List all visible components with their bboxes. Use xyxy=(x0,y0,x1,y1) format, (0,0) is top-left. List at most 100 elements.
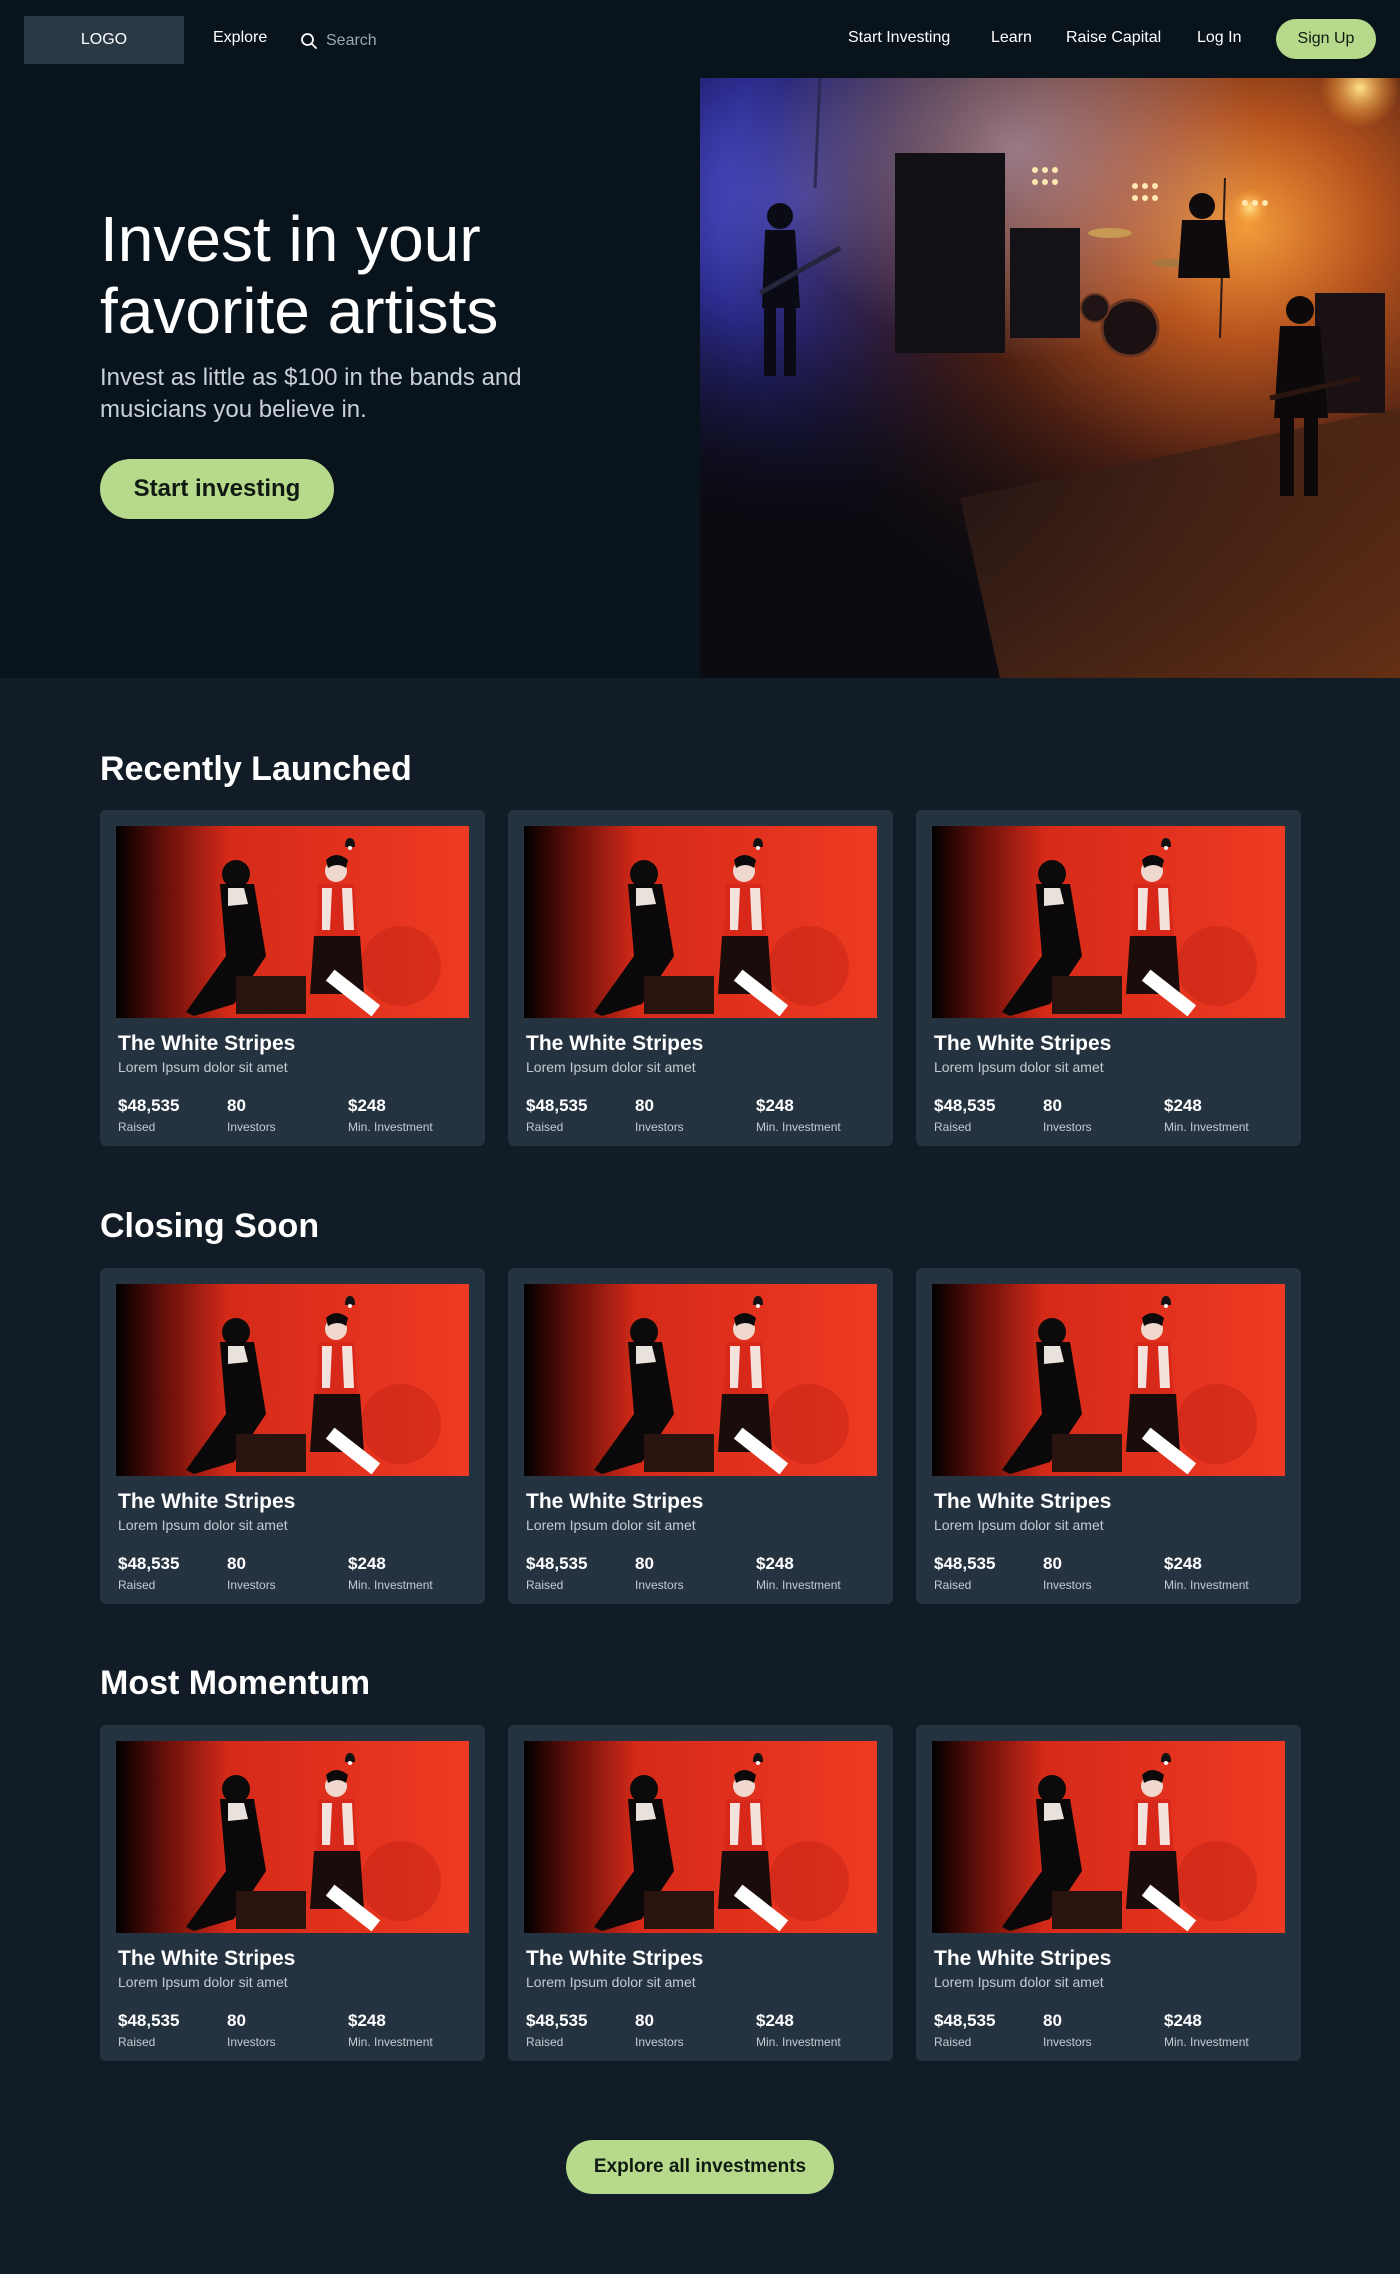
album-cover-image xyxy=(524,826,877,1018)
investors-value: 80 xyxy=(635,2011,654,2030)
min-investment-stat: $248 Min. Investment xyxy=(756,1096,841,1134)
raised-value: $48,535 xyxy=(526,2011,588,2030)
artist-description: Lorem Ipsum dolor sit amet xyxy=(526,1059,696,1075)
raised-value: $48,535 xyxy=(934,1096,996,1115)
investment-card[interactable]: The White Stripes Lorem Ipsum dolor sit a… xyxy=(916,1268,1301,1604)
nav-start-investing-link[interactable]: Start Investing xyxy=(848,29,950,47)
investors-stat: 80 Investors xyxy=(1043,1096,1092,1134)
investors-value: 80 xyxy=(1043,2011,1062,2030)
investment-card[interactable]: The White Stripes Lorem Ipsum dolor sit a… xyxy=(100,1725,485,2061)
investors-label: Investors xyxy=(1043,2035,1092,2049)
min-investment-value: $248 xyxy=(348,1554,386,1573)
album-cover-image xyxy=(524,1284,877,1476)
investors-label: Investors xyxy=(227,2035,276,2049)
investors-label: Investors xyxy=(227,1578,276,1592)
nav-explore-link[interactable]: Explore xyxy=(213,29,267,47)
investors-stat: 80 Investors xyxy=(1043,1554,1092,1592)
raised-label: Raised xyxy=(118,2035,156,2049)
raised-stat: $48,535 Raised xyxy=(934,1554,995,1592)
artist-name: The White Stripes xyxy=(118,1032,296,1055)
min-investment-value: $248 xyxy=(1164,2011,1202,2030)
raised-stat: $48,535 Raised xyxy=(934,2011,995,2049)
artist-name: The White Stripes xyxy=(934,1947,1112,1970)
min-investment-stat: $248 Min. Investment xyxy=(756,1554,841,1592)
raised-value: $48,535 xyxy=(934,2011,996,2030)
nav-log-in-link[interactable]: Log In xyxy=(1197,29,1241,47)
investment-card[interactable]: The White Stripes Lorem Ipsum dolor sit a… xyxy=(100,810,485,1146)
min-investment-stat: $248 Min. Investment xyxy=(348,2011,433,2049)
investors-label: Investors xyxy=(635,2035,684,2049)
search-input[interactable]: Search xyxy=(300,27,420,55)
logo[interactable]: LOGO xyxy=(24,16,184,64)
min-investment-stat: $248 Min. Investment xyxy=(756,2011,841,2049)
min-investment-value: $248 xyxy=(756,2011,794,2030)
raised-stat: $48,535 Raised xyxy=(934,1096,995,1134)
investors-stat: 80 Investors xyxy=(635,1554,684,1592)
raised-stat: $48,535 Raised xyxy=(526,2011,587,2049)
artist-description: Lorem Ipsum dolor sit amet xyxy=(934,1059,1104,1075)
min-investment-value: $248 xyxy=(756,1554,794,1573)
investors-label: Investors xyxy=(635,1578,684,1592)
raised-label: Raised xyxy=(934,1120,972,1134)
nav-learn-link[interactable]: Learn xyxy=(991,29,1032,47)
min-investment-label: Min. Investment xyxy=(1164,1578,1249,1592)
min-investment-label: Min. Investment xyxy=(348,1120,433,1134)
artist-name: The White Stripes xyxy=(934,1032,1112,1055)
min-investment-value: $248 xyxy=(756,1096,794,1115)
artist-description: Lorem Ipsum dolor sit amet xyxy=(118,1974,288,1990)
raised-value: $48,535 xyxy=(526,1554,588,1573)
album-cover-image xyxy=(116,1284,469,1476)
min-investment-label: Min. Investment xyxy=(348,1578,433,1592)
section-title: Recently Launched xyxy=(100,750,412,788)
section-title: Most Momentum xyxy=(100,1664,371,1702)
investors-label: Investors xyxy=(1043,1578,1092,1592)
artist-name: The White Stripes xyxy=(118,1490,296,1513)
raised-label: Raised xyxy=(118,1578,156,1592)
investors-stat: 80 Investors xyxy=(227,1554,276,1592)
raised-value: $48,535 xyxy=(934,1554,996,1573)
investment-card[interactable]: The White Stripes Lorem Ipsum dolor sit a… xyxy=(508,1268,893,1604)
raised-value: $48,535 xyxy=(526,1096,588,1115)
raised-label: Raised xyxy=(934,1578,972,1592)
min-investment-label: Min. Investment xyxy=(756,1578,841,1592)
raised-value: $48,535 xyxy=(118,1096,180,1115)
search-placeholder: Search xyxy=(326,32,377,49)
artist-name: The White Stripes xyxy=(526,1947,704,1970)
investors-value: 80 xyxy=(227,1096,246,1115)
raised-label: Raised xyxy=(526,1578,564,1592)
concert-photo xyxy=(700,78,1400,678)
nav-raise-capital-link[interactable]: Raise Capital xyxy=(1066,29,1161,47)
album-cover-image xyxy=(932,1741,1285,1933)
investment-card[interactable]: The White Stripes Lorem Ipsum dolor sit a… xyxy=(100,1268,485,1604)
min-investment-stat: $248 Min. Investment xyxy=(1164,1554,1249,1592)
raised-stat: $48,535 Raised xyxy=(526,1096,587,1134)
min-investment-value: $248 xyxy=(348,2011,386,2030)
artist-name: The White Stripes xyxy=(526,1032,704,1055)
investors-stat: 80 Investors xyxy=(227,2011,276,2049)
min-investment-value: $248 xyxy=(348,1096,386,1115)
album-cover-image xyxy=(116,1741,469,1933)
hero-section: Invest in your favorite artists Invest a… xyxy=(0,78,1400,678)
album-cover-image xyxy=(524,1741,877,1933)
investment-card[interactable]: The White Stripes Lorem Ipsum dolor sit a… xyxy=(916,810,1301,1146)
investment-card[interactable]: The White Stripes Lorem Ipsum dolor sit a… xyxy=(508,1725,893,2061)
artist-description: Lorem Ipsum dolor sit amet xyxy=(118,1517,288,1533)
artist-description: Lorem Ipsum dolor sit amet xyxy=(934,1517,1104,1533)
hero-subtitle: Invest as little as $100 in the bands an… xyxy=(100,364,522,423)
artist-name: The White Stripes xyxy=(934,1490,1112,1513)
raised-value: $48,535 xyxy=(118,1554,180,1573)
artist-description: Lorem Ipsum dolor sit amet xyxy=(934,1974,1104,1990)
investment-card[interactable]: The White Stripes Lorem Ipsum dolor sit a… xyxy=(916,1725,1301,2061)
min-investment-stat: $248 Min. Investment xyxy=(348,1096,433,1134)
investment-card[interactable]: The White Stripes Lorem Ipsum dolor sit a… xyxy=(508,810,893,1146)
investors-label: Investors xyxy=(1043,1120,1092,1134)
investors-stat: 80 Investors xyxy=(227,1096,276,1134)
raised-stat: $48,535 Raised xyxy=(526,1554,587,1592)
sign-up-button[interactable]: Sign Up xyxy=(1276,19,1376,59)
start-investing-button[interactable]: Start investing xyxy=(100,459,334,519)
artist-description: Lorem Ipsum dolor sit amet xyxy=(526,1974,696,1990)
min-investment-label: Min. Investment xyxy=(1164,1120,1249,1134)
explore-all-investments-button[interactable]: Explore all investments xyxy=(566,2140,834,2194)
investors-value: 80 xyxy=(1043,1096,1062,1115)
raised-label: Raised xyxy=(526,1120,564,1134)
